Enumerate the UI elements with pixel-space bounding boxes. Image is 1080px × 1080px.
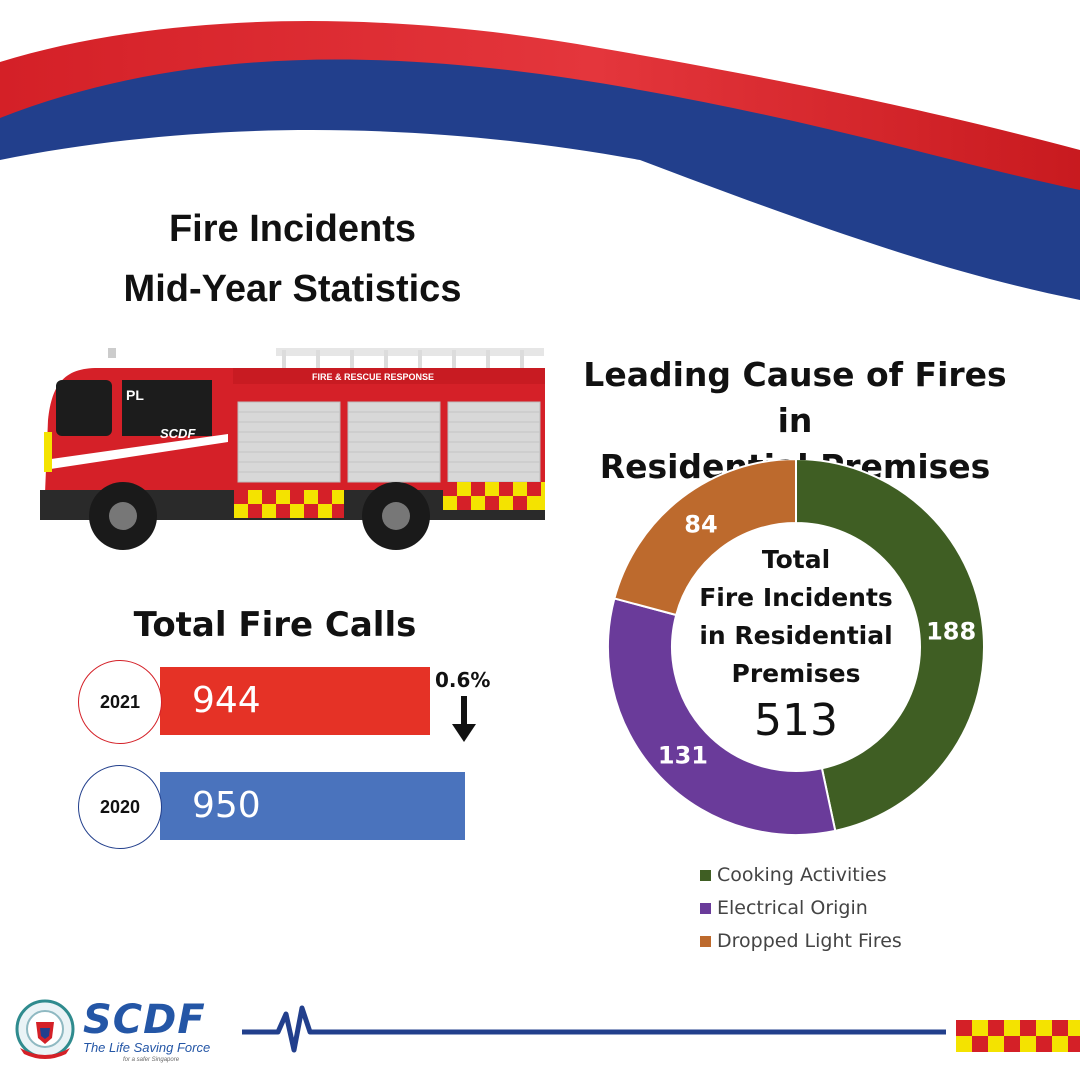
change-percentage: 0.6% bbox=[435, 668, 491, 692]
truck-cab-text: PL bbox=[126, 387, 144, 403]
scdf-logo: SCDF The Life Saving Force for a safer S… bbox=[83, 998, 210, 1063]
legend-swatch bbox=[700, 902, 711, 914]
donut-value-label: 131 bbox=[658, 741, 708, 769]
year-circle-2021: 2021 bbox=[78, 660, 162, 744]
heartbeat-line bbox=[242, 1005, 946, 1053]
donut-chart: 188 131 84 Total Fire Incidents in Residen… bbox=[607, 460, 985, 836]
scdf-crest-icon bbox=[15, 999, 75, 1059]
legend-label: Cooking Activities bbox=[717, 864, 887, 886]
donut-center-total: 513 bbox=[754, 695, 838, 746]
page-title-line-1: Fire Incidents bbox=[168, 208, 417, 250]
donut-value-label: 84 bbox=[684, 510, 717, 538]
scdf-small-text: for a safer Singapore bbox=[123, 1057, 180, 1063]
fire-calls-title: Total Fire Calls bbox=[133, 605, 417, 645]
legend-swatch bbox=[700, 935, 711, 947]
year-circle-2020: 2020 bbox=[78, 765, 162, 849]
arrow-down-icon bbox=[452, 696, 476, 742]
donut-center-line-4: Premises bbox=[732, 659, 861, 688]
bar-2020: 950 bbox=[160, 772, 465, 840]
bar-2020-value: 950 bbox=[192, 785, 261, 826]
legend-item: Dropped Light Fires bbox=[700, 930, 902, 952]
legend-label: Electrical Origin bbox=[717, 897, 868, 919]
donut-center-line-3: in Residential bbox=[699, 621, 892, 650]
bar-2021: 944 bbox=[160, 667, 430, 735]
bar-2021-value: 944 bbox=[192, 680, 261, 721]
donut-title-line-1: Leading Cause of Fires in bbox=[583, 355, 1007, 440]
legend-item: Cooking Activities bbox=[700, 864, 887, 886]
fire-truck-illustration: FIRE & RESCUE RESPONSE PL SCDF bbox=[40, 348, 545, 550]
truck-panel-text: FIRE & RESCUE RESPONSE bbox=[312, 372, 434, 382]
page-title-line-2: Mid-Year Statistics bbox=[123, 268, 462, 310]
legend-label: Dropped Light Fires bbox=[717, 930, 902, 952]
donut-center-line-1: Total bbox=[762, 545, 830, 574]
truck-side-logo: SCDF bbox=[160, 426, 196, 441]
legend-item: Electrical Origin bbox=[700, 897, 868, 919]
checker-pattern bbox=[956, 1020, 1080, 1052]
donut-value-label: 188 bbox=[926, 618, 976, 646]
legend-swatch bbox=[700, 869, 711, 881]
scdf-tagline: The Life Saving Force bbox=[83, 1040, 211, 1055]
scdf-logo-name: SCDF bbox=[83, 997, 206, 1043]
donut-center-line-2: Fire Incidents bbox=[699, 583, 893, 612]
